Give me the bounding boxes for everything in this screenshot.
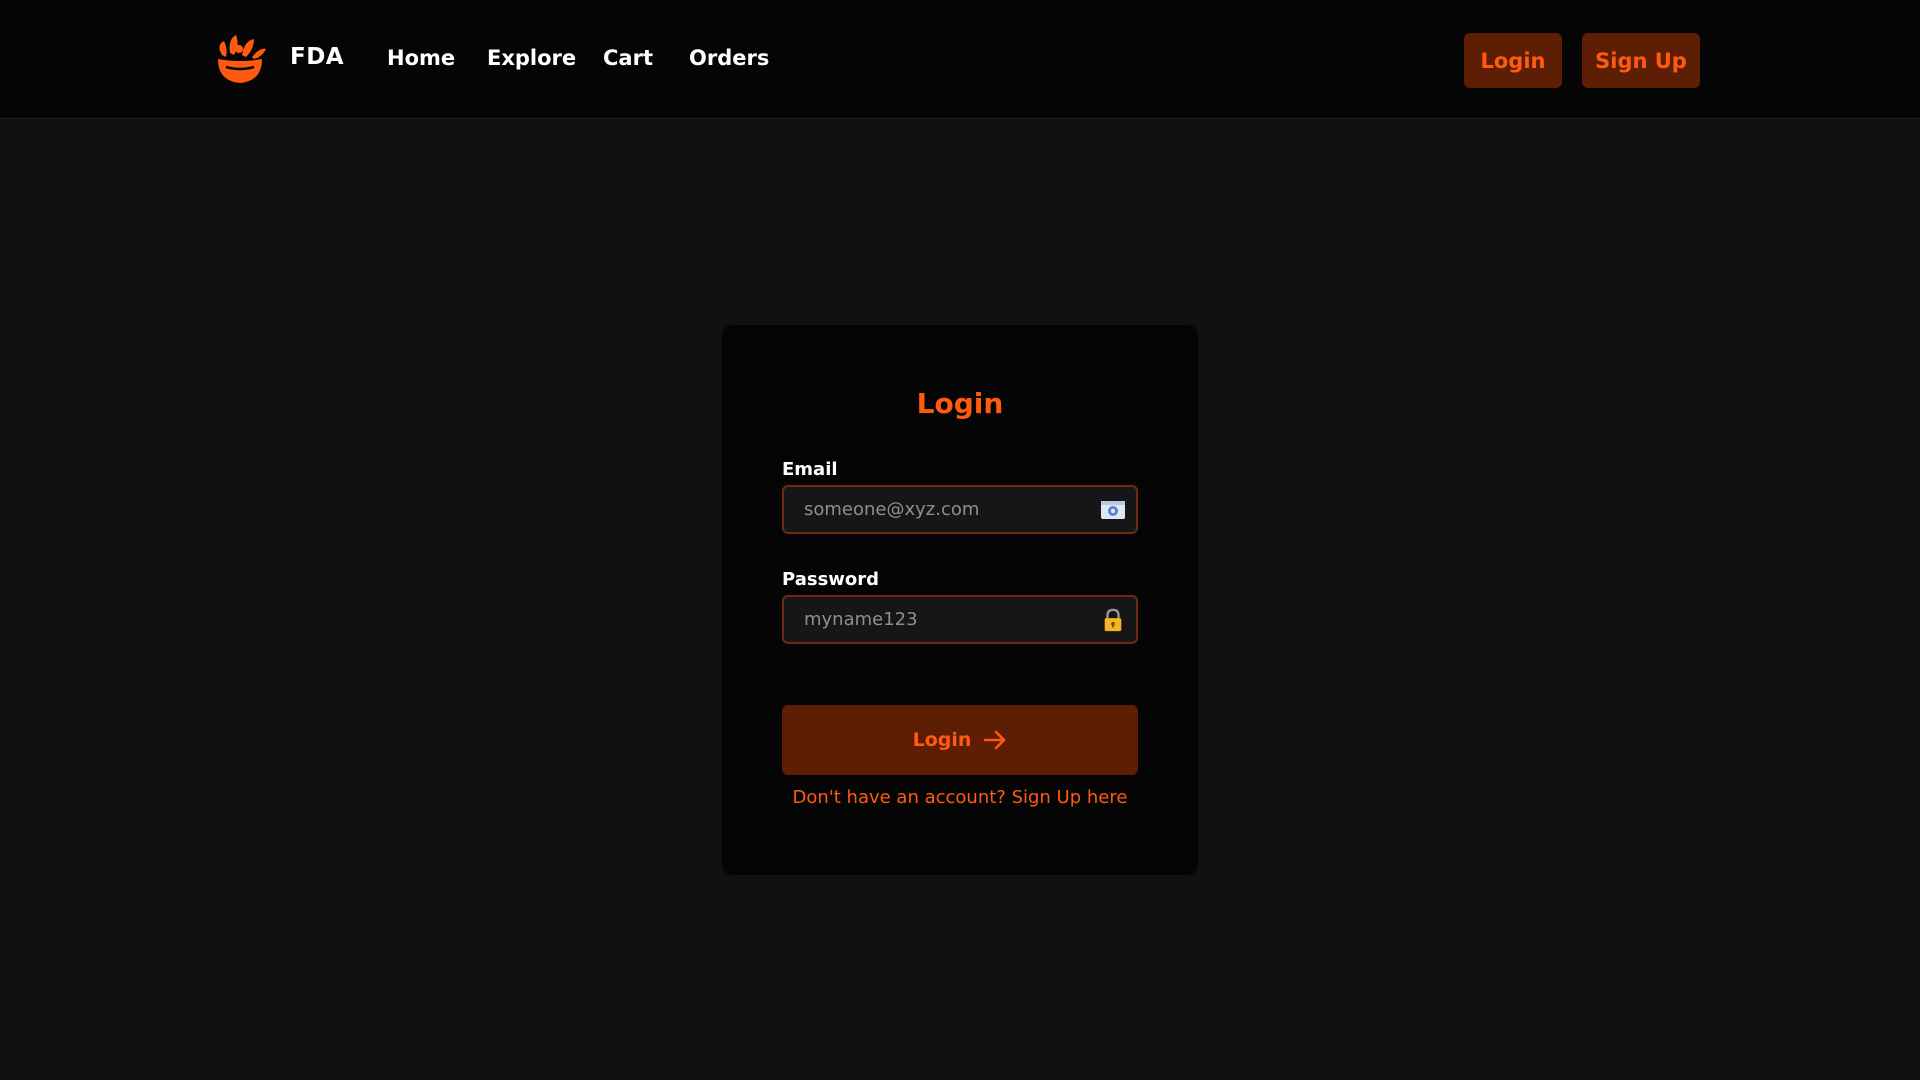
lock-icon [1104,608,1122,632]
top-navbar: FDA Home Explore Cart Orders Login Sign … [0,0,1920,119]
login-title: Login [916,387,1004,420]
email-label: Email [782,459,838,480]
email-input[interactable] [784,487,1136,532]
password-input[interactable] [784,597,1136,642]
arrow-right-icon [984,730,1006,750]
signup-link[interactable]: Don't have an account? Sign Up here [722,787,1198,808]
nav-link-cart[interactable]: Cart [603,46,653,70]
brand-name[interactable]: FDA [290,44,344,70]
email-field-wrapper [782,485,1138,534]
nav-link-home[interactable]: Home [387,46,455,70]
login-submit-button[interactable]: Login [782,705,1138,775]
password-field-wrapper [782,595,1138,644]
nav-link-orders[interactable]: Orders [689,46,769,70]
salad-bowl-icon[interactable] [212,33,268,85]
login-card: Login Email Password Login Don't have an… [722,325,1198,875]
email-card-icon [1101,501,1125,519]
password-label: Password [782,569,880,590]
nav-login-button[interactable]: Login [1464,33,1562,88]
nav-signup-button[interactable]: Sign Up [1582,33,1700,88]
login-submit-label: Login [912,729,972,751]
nav-link-explore[interactable]: Explore [487,46,576,70]
